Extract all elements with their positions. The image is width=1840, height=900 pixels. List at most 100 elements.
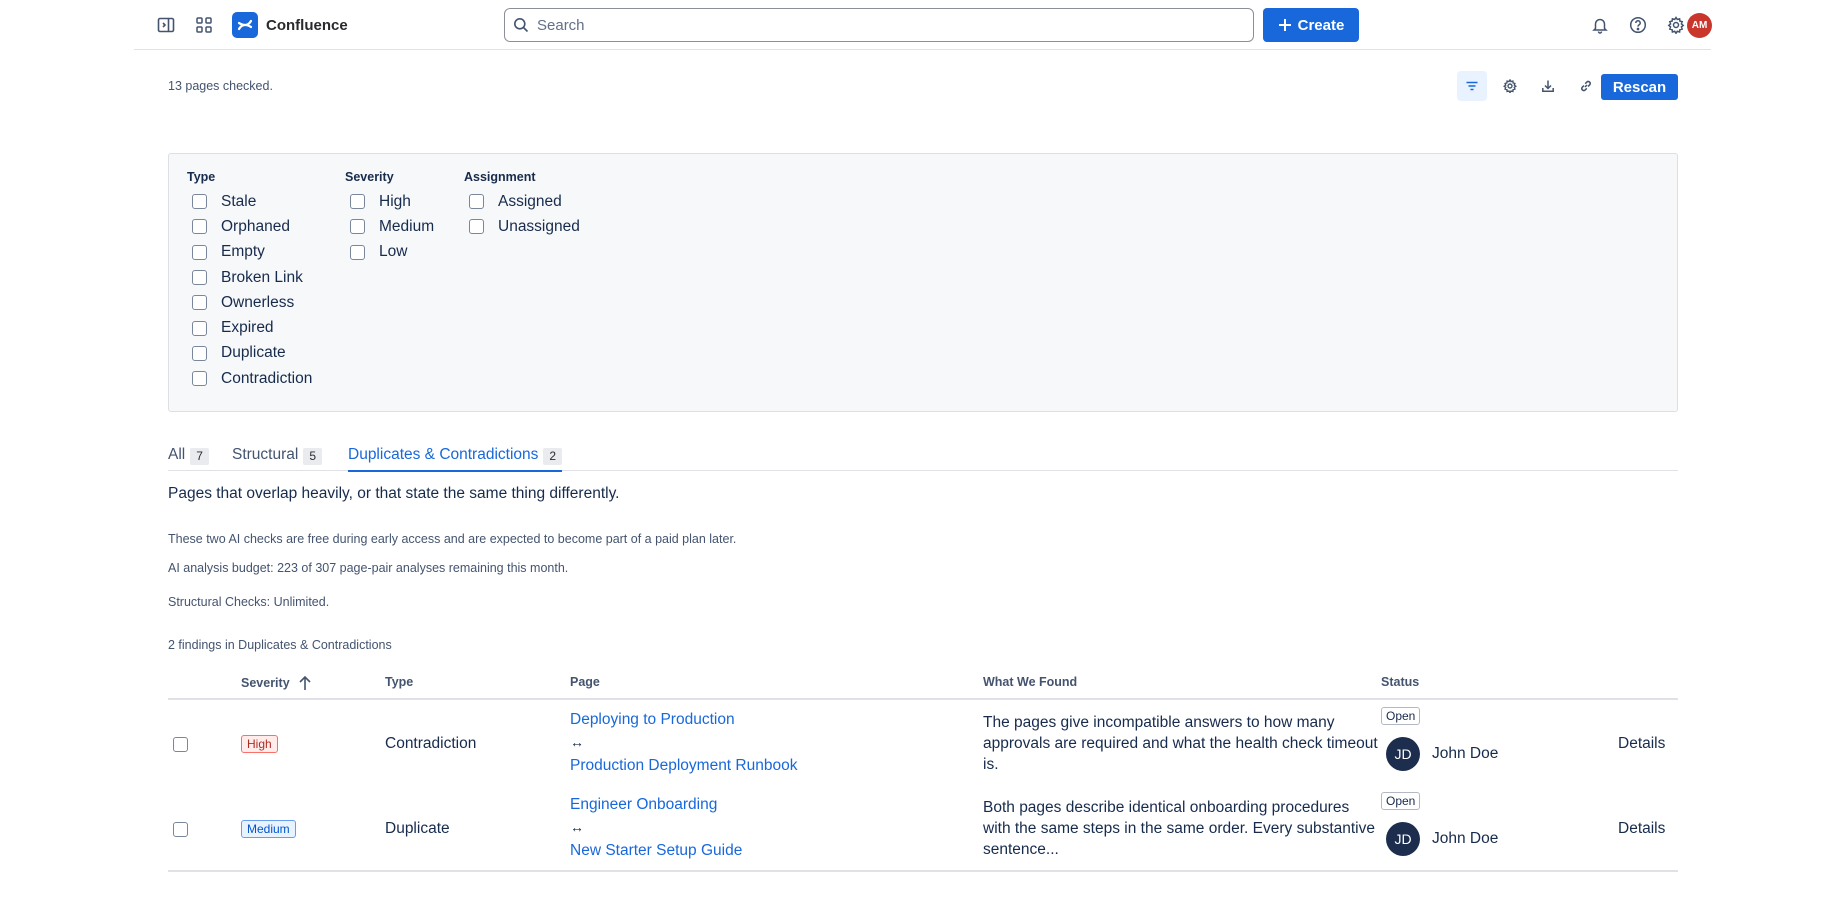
severity-badge: High xyxy=(241,735,278,753)
status-cell: Open JD John Doe xyxy=(1381,707,1498,771)
filter-severity-low[interactable]: Low xyxy=(345,240,434,265)
filter-type-broken-link[interactable]: Broken Link xyxy=(187,265,312,290)
search-input[interactable] xyxy=(537,16,1227,34)
tab-structural[interactable]: Structural 5 xyxy=(232,446,323,471)
page-pair: Deploying to Production ↔ Production Dep… xyxy=(570,708,797,777)
checkbox[interactable] xyxy=(350,219,365,235)
bidirectional-arrow-icon: ↔ xyxy=(570,734,584,750)
pages-checked-summary: 13 pages checked. xyxy=(168,79,273,93)
user-avatar[interactable]: AM xyxy=(1687,13,1712,38)
bidirectional-arrow-icon: ↔ xyxy=(570,819,584,835)
structural-checks-note: Structural Checks: Unlimited. xyxy=(168,595,330,609)
link-icon[interactable] xyxy=(1571,71,1601,101)
status-badge[interactable]: Open xyxy=(1381,707,1421,725)
status-badge[interactable]: Open xyxy=(1381,792,1421,810)
checkbox[interactable] xyxy=(350,244,365,260)
findings-count: 2 findings in Duplicates & Contradiction… xyxy=(168,638,392,652)
checkbox[interactable] xyxy=(192,371,207,387)
findings-tabs: All 7 Structural 5 Duplicates & Contradict… xyxy=(168,440,1678,472)
download-icon[interactable] xyxy=(1533,71,1563,101)
assignee[interactable]: JD John Doe xyxy=(1381,737,1498,771)
finding-type: Contradiction xyxy=(385,735,477,752)
table-row: Medium Duplicate Engineer Onboarding ↔ N… xyxy=(168,787,1678,872)
filters-panel: Type Stale Orphaned Empty Broken Link Ow… xyxy=(168,153,1678,412)
filter-type-duplicate[interactable]: Duplicate xyxy=(187,341,312,366)
checkbox[interactable] xyxy=(469,194,484,210)
filter-group-title: Type xyxy=(187,170,216,184)
status-cell: Open JD John Doe xyxy=(1381,792,1498,856)
tab-count: 5 xyxy=(303,448,323,465)
create-button[interactable]: Create xyxy=(1263,8,1359,42)
search-box[interactable] xyxy=(504,8,1254,42)
severity-badge: Medium xyxy=(241,820,296,838)
column-header-what-we-found: What We Found xyxy=(983,675,1078,689)
tab-count: 2 xyxy=(543,448,563,465)
filter-assignment-assigned[interactable]: Assigned xyxy=(464,189,580,214)
create-button-label: Create xyxy=(1297,16,1345,34)
tab-duplicates-contradictions[interactable]: Duplicates & Contradictions 2 xyxy=(348,446,563,472)
filter-type-expired[interactable]: Expired xyxy=(187,315,312,340)
assignee[interactable]: JD John Doe xyxy=(1381,822,1498,856)
filter-type-contradiction[interactable]: Contradiction xyxy=(187,366,312,391)
app-switcher-icon[interactable] xyxy=(192,13,216,37)
findings-table-header: Severity Type Page What We Found Status xyxy=(168,672,1678,700)
plus-icon xyxy=(1278,19,1291,31)
filter-group-title: Severity xyxy=(345,170,394,184)
assignee-name: John Doe xyxy=(1432,830,1499,847)
table-row: High Contradiction Deploying to Producti… xyxy=(168,702,1678,787)
checkbox[interactable] xyxy=(192,320,207,336)
page-link[interactable]: Deploying to Production xyxy=(570,708,797,731)
filter-group-title: Assignment xyxy=(464,170,536,184)
column-header-page: Page xyxy=(570,675,600,689)
search-icon xyxy=(514,18,529,33)
checkbox[interactable] xyxy=(192,345,207,361)
settings-icon[interactable] xyxy=(1495,71,1525,101)
avatar: JD xyxy=(1386,737,1420,771)
rescan-button[interactable]: Rescan xyxy=(1601,74,1678,100)
sort-ascending-icon[interactable] xyxy=(298,675,312,691)
filter-type-stale[interactable]: Stale xyxy=(187,189,312,214)
bell-icon[interactable] xyxy=(1588,13,1612,37)
row-checkbox[interactable] xyxy=(173,822,188,837)
gear-icon[interactable] xyxy=(1664,13,1688,37)
row-checkbox[interactable] xyxy=(173,737,188,752)
tab-count: 7 xyxy=(190,448,209,465)
filter-severity-medium[interactable]: Medium xyxy=(345,214,434,239)
column-header-severity[interactable]: Severity xyxy=(241,675,312,691)
filter-type-empty[interactable]: Empty xyxy=(187,240,312,265)
details-link[interactable]: Details xyxy=(1618,735,1665,753)
ai-budget-note: AI analysis budget: 223 of 307 page-pair… xyxy=(168,561,569,575)
tab-all[interactable]: All 7 xyxy=(168,446,209,471)
page-link[interactable]: Engineer Onboarding xyxy=(570,793,742,816)
filter-type-orphaned[interactable]: Orphaned xyxy=(187,214,312,239)
checkbox[interactable] xyxy=(192,219,207,235)
checkbox[interactable] xyxy=(350,194,365,210)
checkbox[interactable] xyxy=(192,194,207,210)
tab-description: Pages that overlap heavily, or that stat… xyxy=(168,485,620,502)
page-link[interactable]: New Starter Setup Guide xyxy=(570,839,742,862)
filter-group-severity: Severity High Medium Low xyxy=(345,171,434,265)
filter-icon[interactable] xyxy=(1457,71,1487,101)
top-nav: Confluence Create AM xyxy=(134,0,1712,50)
confluence-logo[interactable]: Confluence xyxy=(232,12,348,38)
page-pair: Engineer Onboarding ↔ New Starter Setup … xyxy=(570,793,742,862)
help-icon[interactable] xyxy=(1626,13,1650,37)
column-header-type: Type xyxy=(385,675,414,689)
filter-group-type: Type Stale Orphaned Empty Broken Link Ow… xyxy=(187,171,312,391)
page-link[interactable]: Production Deployment Runbook xyxy=(570,754,797,777)
filter-group-assignment: Assignment Assigned Unassigned xyxy=(464,171,580,240)
details-link[interactable]: Details xyxy=(1618,820,1665,838)
filter-severity-high[interactable]: High xyxy=(345,189,434,214)
filter-type-ownerless[interactable]: Ownerless xyxy=(187,290,312,315)
checkbox[interactable] xyxy=(192,244,207,260)
early-access-note: These two AI checks are free during earl… xyxy=(168,532,737,546)
finding-description: The pages give incompatible answers to h… xyxy=(983,714,1378,773)
sidebar-toggle-icon[interactable] xyxy=(154,13,178,37)
checkbox[interactable] xyxy=(469,219,484,235)
confluence-logo-icon xyxy=(232,12,258,38)
checkbox[interactable] xyxy=(192,270,207,286)
checkbox[interactable] xyxy=(192,295,207,311)
finding-description: Both pages describe identical onboarding… xyxy=(983,799,1375,858)
avatar: JD xyxy=(1386,822,1420,856)
filter-assignment-unassigned[interactable]: Unassigned xyxy=(464,214,580,239)
